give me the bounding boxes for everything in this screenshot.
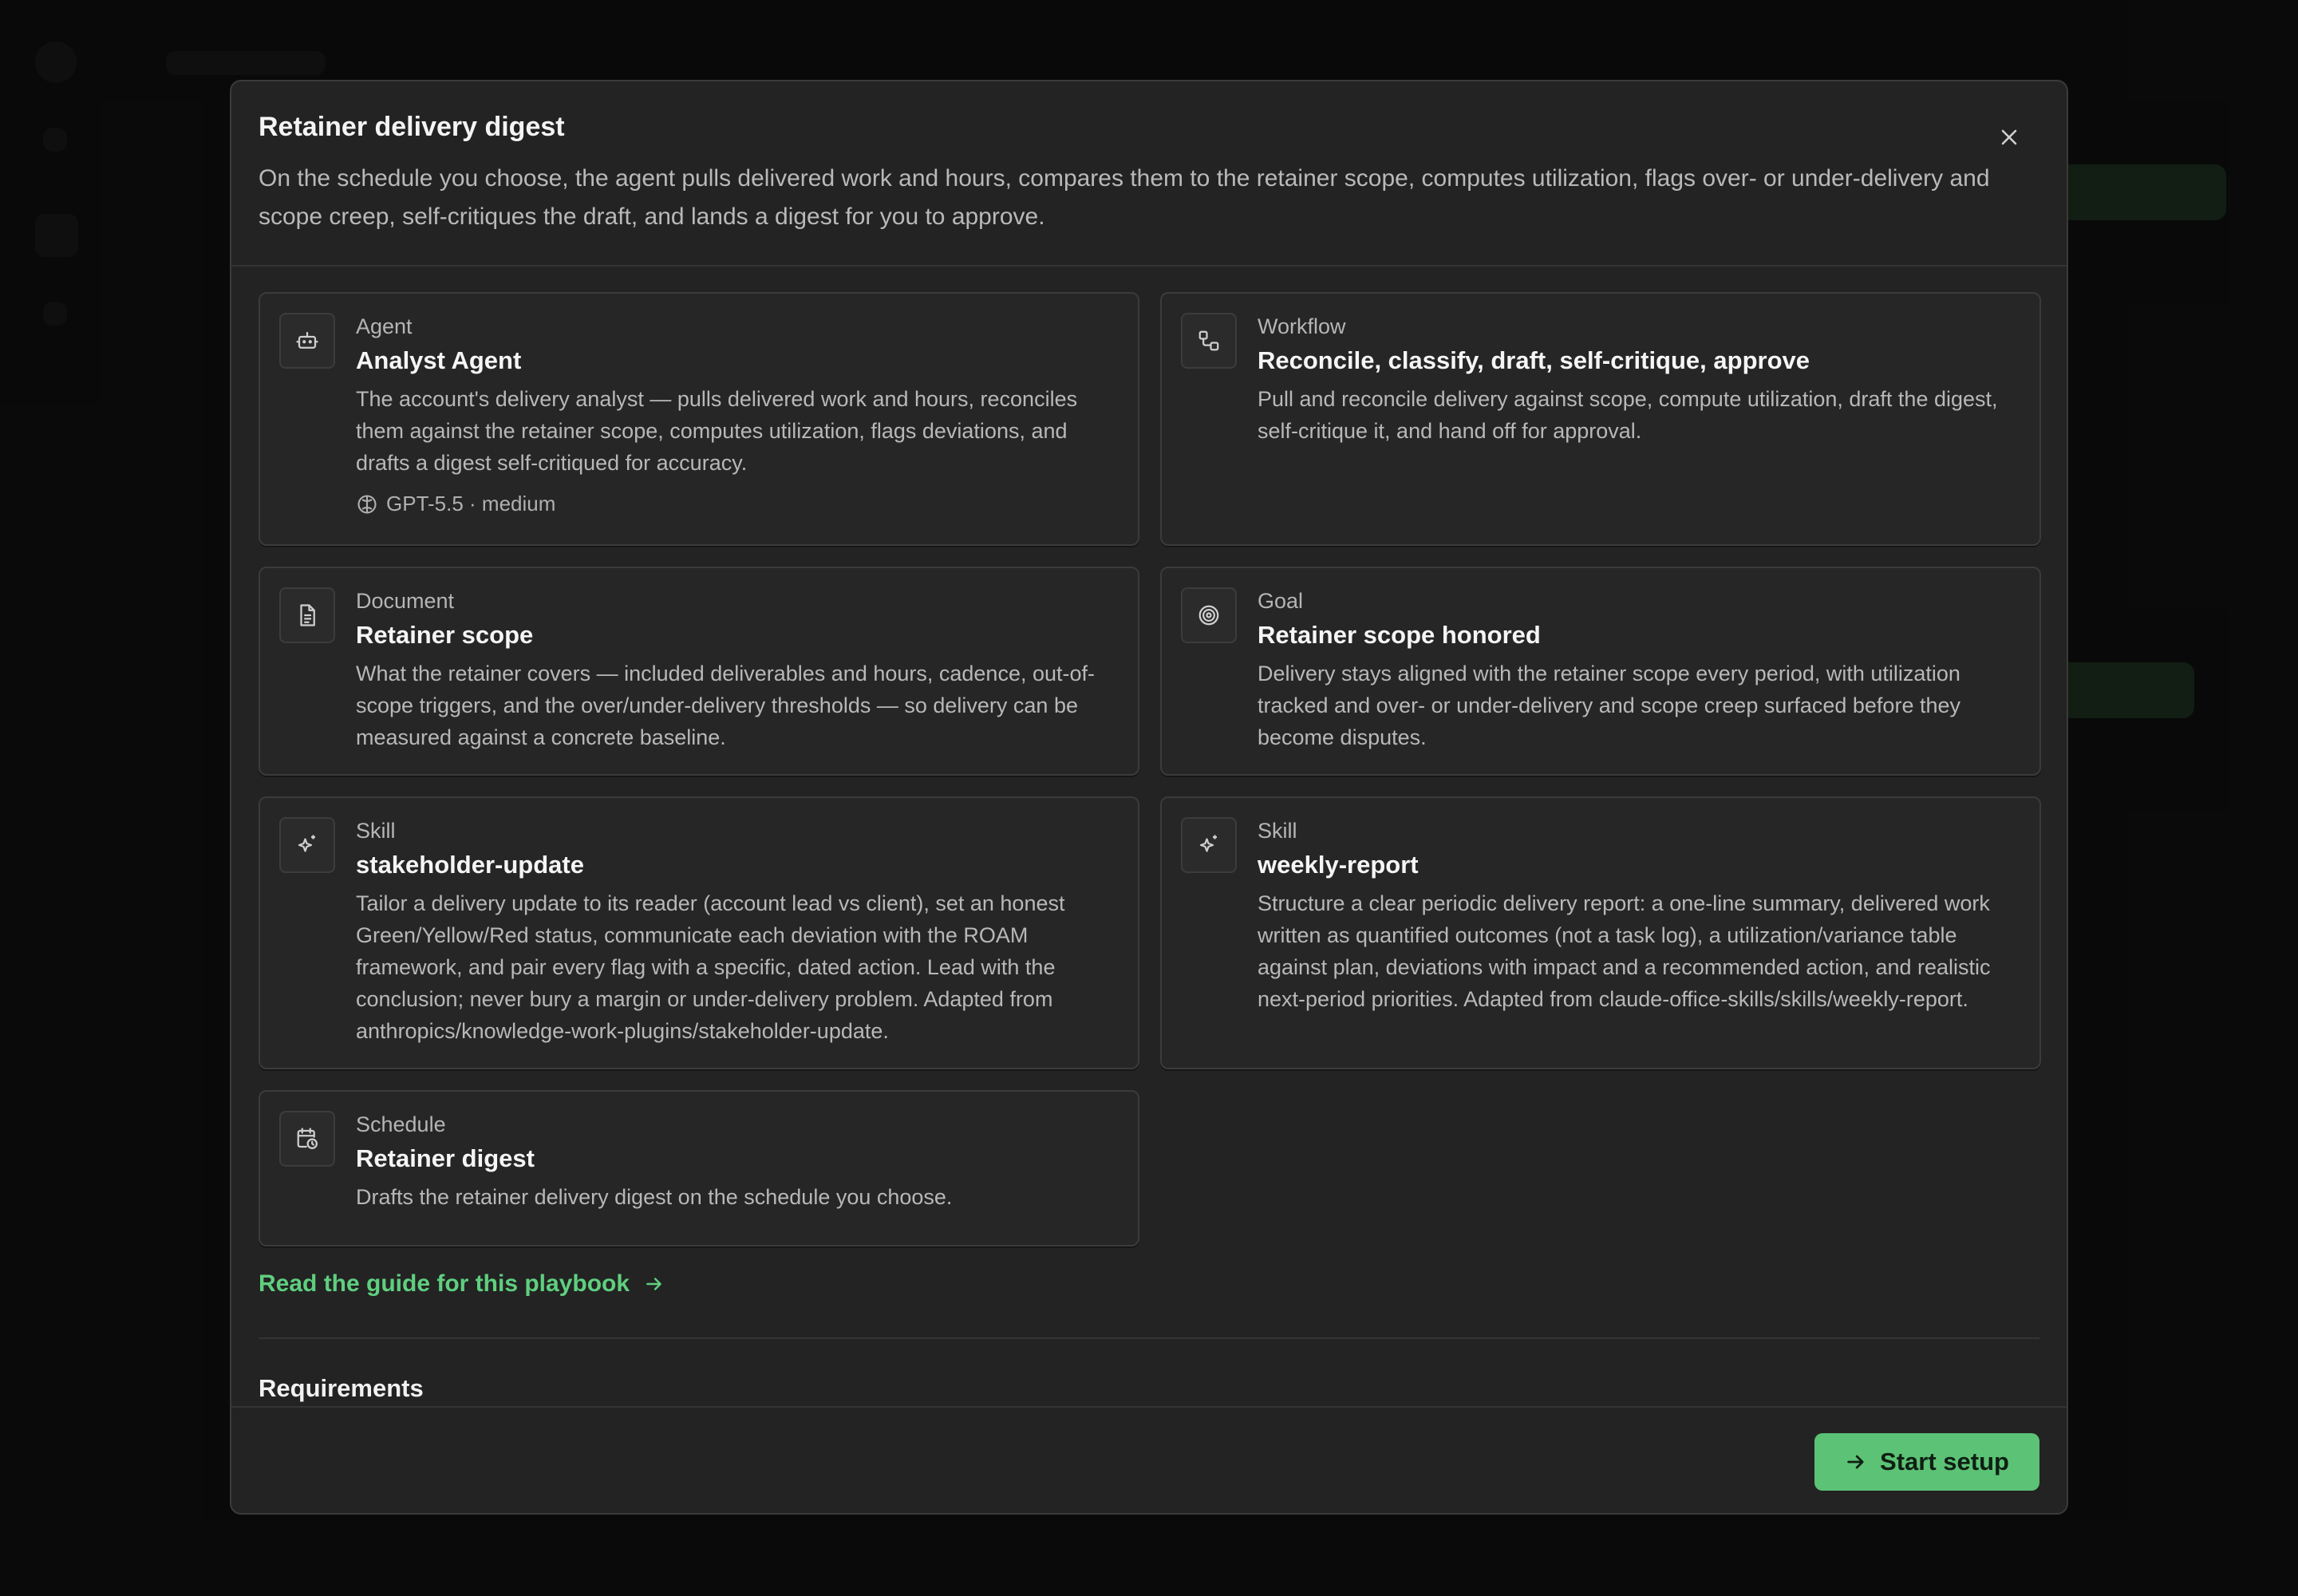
goal-icon-box (1181, 587, 1237, 643)
skill-icon-box (1181, 817, 1237, 873)
sparkle-icon (298, 835, 315, 852)
arrow-right-icon (646, 1278, 661, 1290)
modal-description: On the schedule you choose, the agent pu… (259, 165, 1990, 230)
document-card[interactable]: Document Retainer scope What the retaine… (259, 567, 1139, 776)
document-icon (300, 604, 315, 626)
card-kind: Skill (1258, 819, 1297, 843)
card-body: Tailor a delivery update to its reader (… (356, 891, 1065, 1043)
skill-card-stakeholder-update[interactable]: Skill stakeholder-update Tailor a delive… (259, 796, 1139, 1069)
robot-icon (296, 331, 318, 349)
card-body: Pull and reconcile delivery against scop… (1258, 387, 1998, 443)
modal-footer: Start setup (231, 1406, 2067, 1513)
card-kind: Skill (356, 819, 396, 843)
close-button[interactable] (1995, 123, 2024, 152)
playbook-guide-link[interactable]: Read the guide for this playbook (259, 1270, 665, 1298)
card-name: Retainer digest (356, 1144, 535, 1172)
card-name: Reconcile, classify, draft, self-critiqu… (1258, 346, 1810, 374)
card-name: Retainer scope (356, 621, 534, 649)
calendar-clock-icon (297, 1128, 318, 1149)
card-kind: Workflow (1258, 314, 1346, 338)
schedule-card[interactable]: Schedule Retainer digest Drafts the reta… (259, 1090, 1139, 1246)
modal-title: Retainer delivery digest (259, 112, 565, 142)
model-label: GPT-5.5 · medium (386, 492, 556, 516)
card-body: Drafts the retainer delivery digest on t… (356, 1185, 953, 1209)
arrow-right-icon (1847, 1455, 1864, 1469)
card-name: Analyst Agent (356, 346, 522, 374)
guide-link-label: Read the guide for this playbook (259, 1270, 630, 1297)
card-body: What the retainer covers — included deli… (356, 662, 1096, 749)
modal-header: Retainer delivery digest On the schedule… (231, 81, 2067, 267)
agent-card[interactable]: Agent Analyst Agent The account's delive… (259, 292, 1139, 546)
workflow-icon-box (1181, 313, 1237, 369)
playbook-modal: Retainer delivery digest On the schedule… (230, 80, 2068, 1515)
requirements-heading: Requirements (259, 1374, 424, 1402)
card-body: Structure a clear periodic delivery repo… (1258, 891, 1991, 1011)
card-kind: Schedule (356, 1112, 446, 1136)
start-setup-label: Start setup (1880, 1448, 2009, 1476)
card-body: The account's delivery analyst — pulls d… (356, 387, 1078, 475)
close-icon (2001, 129, 2017, 145)
agent-icon-box (279, 313, 335, 369)
workflow-card[interactable]: Workflow Reconcile, classify, draft, sel… (1160, 292, 2041, 546)
document-icon-box (279, 587, 335, 643)
card-name: weekly-report (1258, 851, 1419, 879)
section-divider (259, 1337, 2039, 1339)
goal-card[interactable]: Goal Retainer scope honored Delivery sta… (1160, 567, 2041, 776)
target-icon (1198, 605, 1219, 626)
workflow-icon (1198, 330, 1219, 351)
card-name: Retainer scope honored (1258, 621, 1541, 649)
card-kind: Document (356, 589, 455, 613)
card-body: Delivery stays aligned with the retainer… (1258, 662, 1960, 749)
card-kind: Goal (1258, 589, 1304, 613)
sparkle-icon (1199, 835, 1217, 852)
model-icon (357, 494, 377, 514)
card-kind: Agent (356, 314, 413, 338)
model-meta: GPT-5.5 · medium (356, 492, 555, 516)
card-name: stakeholder-update (356, 851, 584, 879)
start-setup-button[interactable]: Start setup (1814, 1433, 2039, 1491)
schedule-icon-box (279, 1111, 335, 1167)
skill-icon-box (279, 817, 335, 873)
skill-card-weekly-report[interactable]: Skill weekly-report Structure a clear pe… (1160, 796, 2041, 1069)
